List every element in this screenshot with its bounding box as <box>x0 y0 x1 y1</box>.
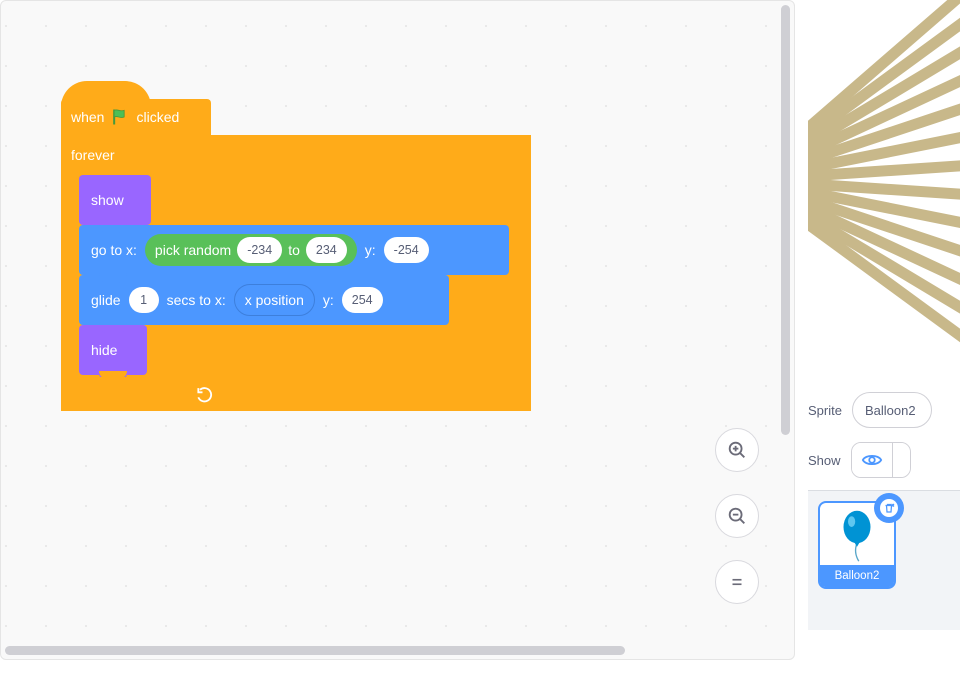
trash-icon <box>883 502 895 514</box>
goto-y-input[interactable]: -254 <box>384 237 429 263</box>
stage-preview[interactable] <box>808 0 960 378</box>
horizontal-scrollbar[interactable] <box>5 646 625 655</box>
vertical-scrollbar[interactable] <box>781 5 790 435</box>
show-toggle <box>851 442 911 478</box>
hat-prefix: when <box>71 109 104 125</box>
forever-label: forever <box>71 147 115 163</box>
glide-secs-label: secs to x: <box>167 292 226 308</box>
glide-block[interactable]: glide 1 secs to x: x position y: 254 <box>79 275 449 325</box>
delete-sprite-button[interactable] <box>874 493 904 523</box>
sprite-card-balloon2[interactable]: Balloon2 <box>818 501 896 589</box>
random-mid: to <box>288 242 300 258</box>
eye-icon <box>861 452 883 468</box>
zoom-in-button[interactable] <box>715 428 759 472</box>
glide-y-input[interactable]: 254 <box>342 287 383 313</box>
sprite-info-panel: Sprite Balloon2 Show <box>808 392 960 478</box>
forever-block[interactable]: forever show go to x: pick random - <box>61 135 531 411</box>
script-stack[interactable]: when clicked forever show <box>61 81 531 411</box>
random-prefix: pick random <box>155 242 231 258</box>
hide-block[interactable]: hide <box>79 325 147 375</box>
zoom-reset-button[interactable] <box>715 560 759 604</box>
loop-arrow-icon <box>195 385 215 403</box>
hide-label: hide <box>91 342 117 358</box>
sprite-card-label: Balloon2 <box>820 565 894 587</box>
show-sprite-button[interactable] <box>852 443 892 477</box>
show-block[interactable]: show <box>79 175 151 225</box>
glide-secs-input[interactable]: 1 <box>129 287 159 313</box>
green-flag-icon <box>110 107 130 127</box>
goto-xy-block[interactable]: go to x: pick random -234 to 234 y: -254 <box>79 225 509 275</box>
glide-prefix: glide <box>91 292 121 308</box>
x-position-label: x position <box>245 292 304 308</box>
sprite-list[interactable]: Balloon2 <box>808 490 960 630</box>
hat-suffix: clicked <box>136 109 179 125</box>
zoom-out-icon <box>726 505 748 527</box>
glide-y-label: y: <box>323 292 334 308</box>
goto-y-label: y: <box>365 242 376 258</box>
sprite-name-value: Balloon2 <box>865 403 916 418</box>
random-to-input[interactable]: 234 <box>306 237 347 263</box>
sprite-label: Sprite <box>808 403 842 418</box>
x-position-reporter[interactable]: x position <box>234 284 315 316</box>
sunburst-backdrop <box>808 0 960 378</box>
hide-sprite-button[interactable] <box>892 443 910 477</box>
show-label: Show <box>808 453 841 468</box>
when-flag-clicked-block[interactable]: when clicked <box>61 81 211 135</box>
show-label: show <box>91 192 124 208</box>
zoom-in-icon <box>726 439 748 461</box>
pick-random-block[interactable]: pick random -234 to 234 <box>145 234 357 266</box>
code-editor[interactable]: when clicked forever show <box>0 0 795 660</box>
balloon-icon <box>836 509 878 563</box>
random-from-input[interactable]: -234 <box>237 237 282 263</box>
sprite-name-input[interactable]: Balloon2 <box>852 392 932 428</box>
zoom-out-button[interactable] <box>715 494 759 538</box>
goto-prefix: go to x: <box>91 242 137 258</box>
equals-icon <box>728 573 746 591</box>
